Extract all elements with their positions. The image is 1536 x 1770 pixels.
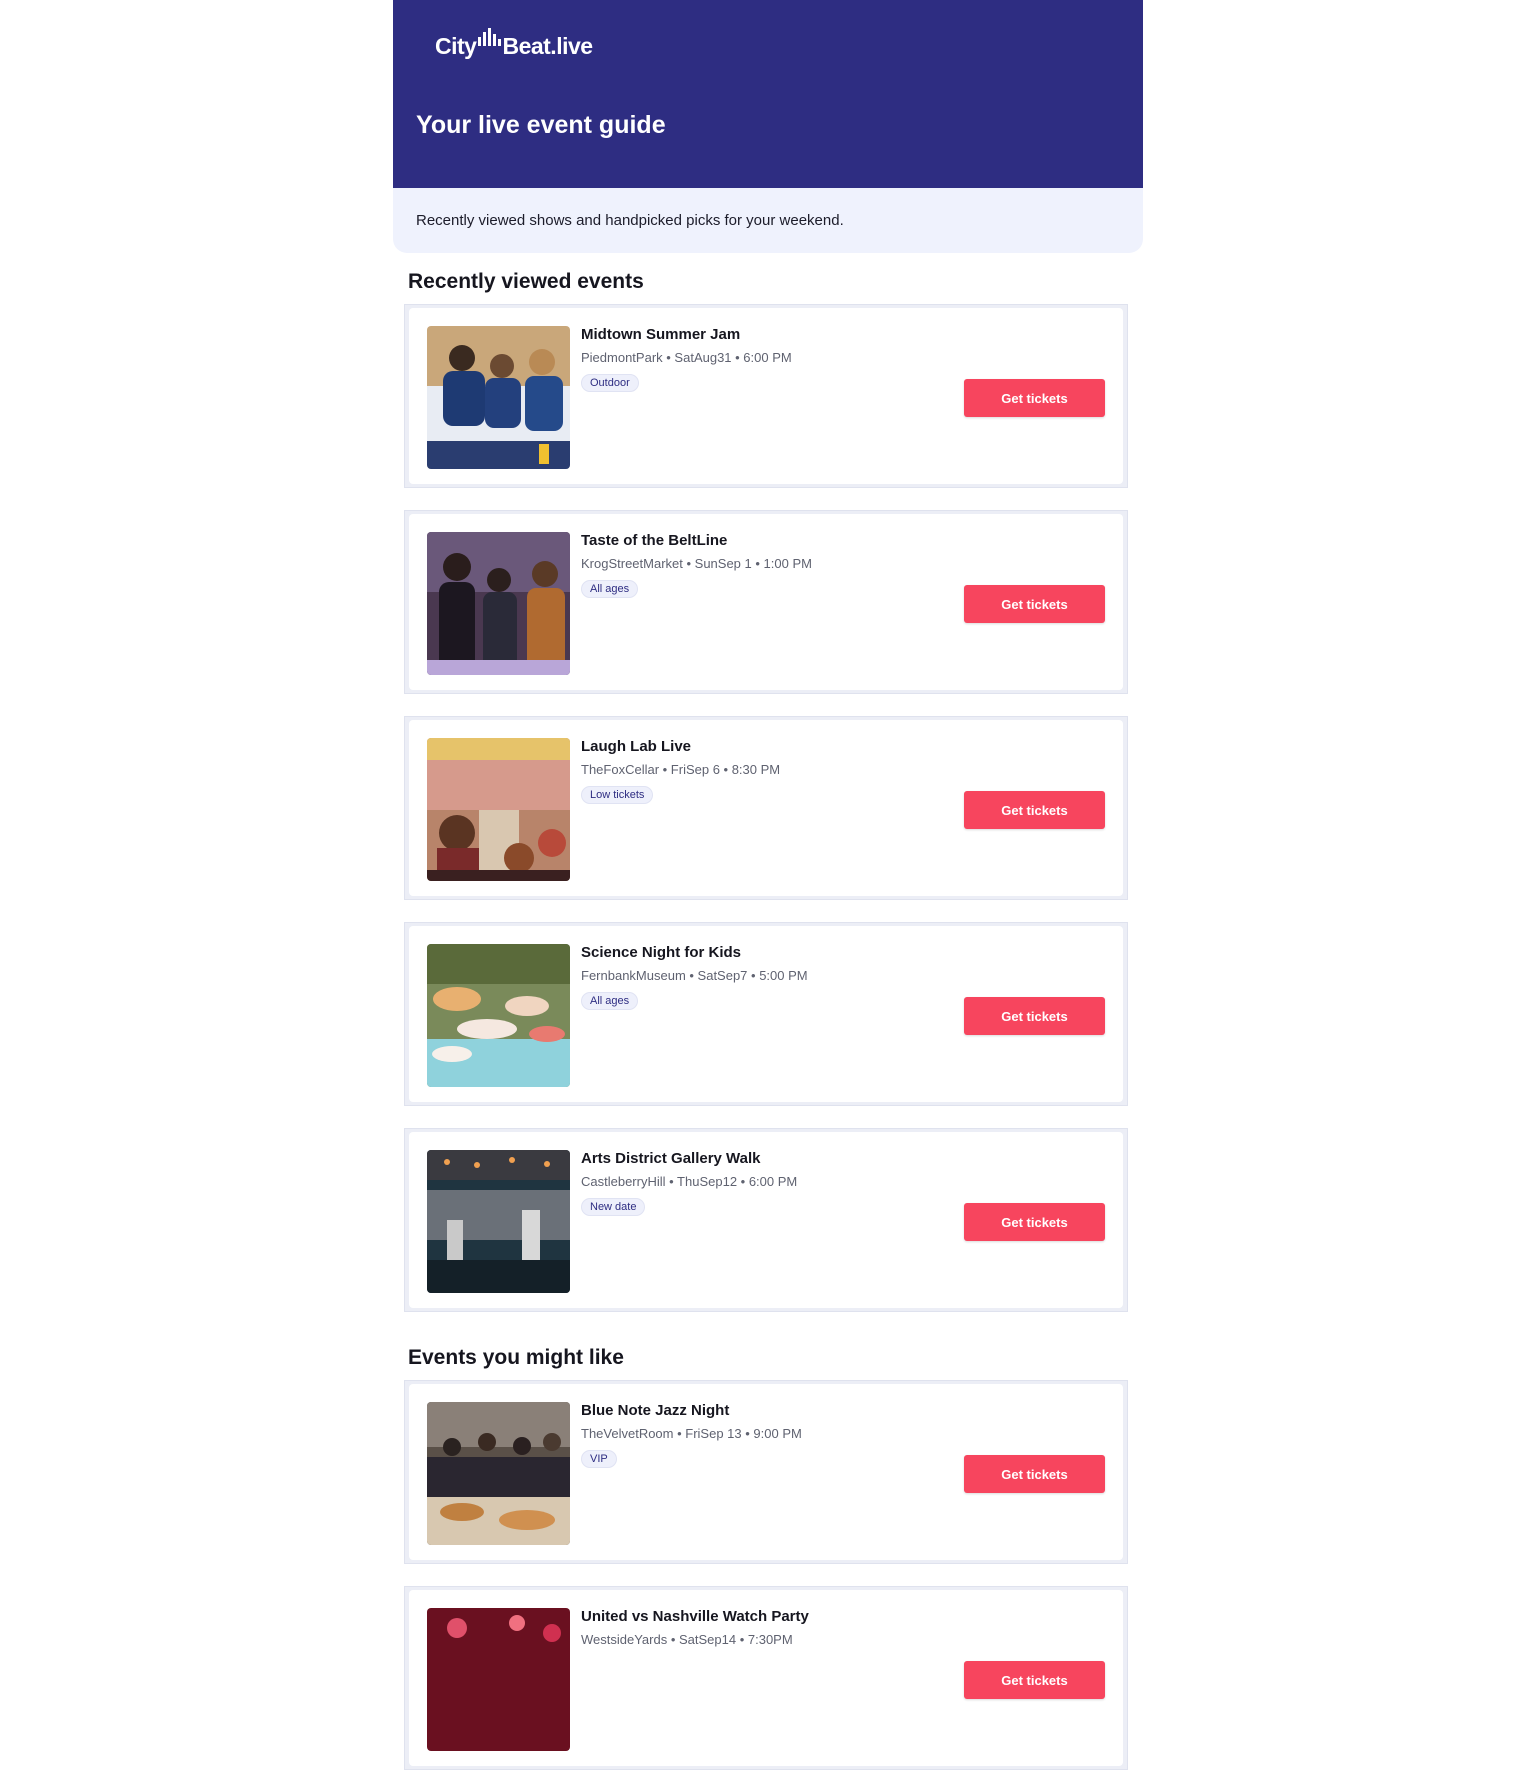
event-tag: All ages [581,580,639,598]
event-meta: CastleberryHill • ThuSep12 • 6:00 PM [581,1174,798,1189]
event-image[interactable] [427,738,570,881]
event-meta: TheVelvetRoom • FriSep 13 • 9:00 PM [581,1426,802,1441]
skyline-icon [478,28,502,46]
event-card-inner: Blue Note Jazz Night TheVelvetRoom • Fri… [409,1384,1123,1560]
event-title[interactable]: Arts District Gallery Walk [581,1150,761,1167]
event-image[interactable] [427,326,570,469]
event-card-inner: United vs Nashville Watch Party Westside… [409,1590,1123,1766]
section-title-recently-viewed: Recently viewed events [408,270,644,293]
event-card: Midtown Summer Jam PiedmontPark • SatAug… [404,304,1128,488]
event-tag: New date [581,1198,646,1216]
get-tickets-button[interactable]: Get tickets [964,997,1105,1035]
event-title[interactable]: Laugh Lab Live [581,738,691,755]
event-card: Blue Note Jazz Night TheVelvetRoom • Fri… [404,1380,1128,1564]
event-card-inner: Midtown Summer Jam PiedmontPark • SatAug… [409,308,1123,484]
event-card-inner: Arts District Gallery Walk CastleberryHi… [409,1132,1123,1308]
event-card-inner: Science Night for Kids FernbankMuseum • … [409,926,1123,1102]
event-tag: VIP [581,1450,617,1468]
event-meta: WestsideYards • SatSep14 • 7:30PM [581,1632,793,1647]
page-title: Your live event guide [416,111,666,139]
get-tickets-button[interactable]: Get tickets [964,1455,1105,1493]
event-tag: Outdoor [581,374,639,392]
event-card-inner: Laugh Lab Live TheFoxCellar • FriSep 6 •… [409,720,1123,896]
intro-text: Recently viewed shows and handpicked pic… [416,212,844,229]
event-title[interactable]: United vs Nashville Watch Party [581,1608,809,1625]
get-tickets-button[interactable]: Get tickets [964,1203,1105,1241]
section-title-you-might-like: Events you might like [408,1346,624,1369]
event-meta: PiedmontPark • SatAug31 • 6:00 PM [581,350,792,365]
email-header: City Beat.live Your live event guide [393,0,1143,188]
logo-text-beatlive: Beat.live [502,33,593,59]
event-image[interactable] [427,532,570,675]
event-image[interactable] [427,1402,570,1545]
get-tickets-button[interactable]: Get tickets [964,791,1105,829]
logo-text-city: City [435,33,477,59]
event-tag: Low tickets [581,786,654,804]
event-card: United vs Nashville Watch Party Westside… [404,1586,1128,1770]
event-meta: TheFoxCellar • FriSep 6 • 8:30 PM [581,762,781,777]
event-card: Science Night for Kids FernbankMuseum • … [404,922,1128,1106]
event-title[interactable]: Midtown Summer Jam [581,326,740,343]
event-image[interactable] [427,1150,570,1293]
get-tickets-button[interactable]: Get tickets [964,1661,1105,1699]
event-card: Arts District Gallery Walk CastleberryHi… [404,1128,1128,1312]
citybeat-logo[interactable]: City Beat.live [435,28,593,60]
event-tag: All ages [581,992,639,1010]
intro-banner: Recently viewed shows and handpicked pic… [393,188,1143,253]
email-container: City Beat.live Your live event guide Rec… [393,0,1143,1770]
event-title[interactable]: Blue Note Jazz Night [581,1402,729,1419]
event-meta: FernbankMuseum • SatSep7 • 5:00 PM [581,968,808,983]
get-tickets-button[interactable]: Get tickets [964,379,1105,417]
get-tickets-button[interactable]: Get tickets [964,585,1105,623]
event-card-inner: Taste of the BeltLine KrogStreetMarket •… [409,514,1123,690]
event-card: Laugh Lab Live TheFoxCellar • FriSep 6 •… [404,716,1128,900]
event-title[interactable]: Taste of the BeltLine [581,532,727,549]
event-image[interactable] [427,944,570,1087]
event-image[interactable] [427,1608,570,1751]
event-meta: KrogStreetMarket • SunSep 1 • 1:00 PM [581,556,812,571]
event-card: Taste of the BeltLine KrogStreetMarket •… [404,510,1128,694]
event-title[interactable]: Science Night for Kids [581,944,741,961]
